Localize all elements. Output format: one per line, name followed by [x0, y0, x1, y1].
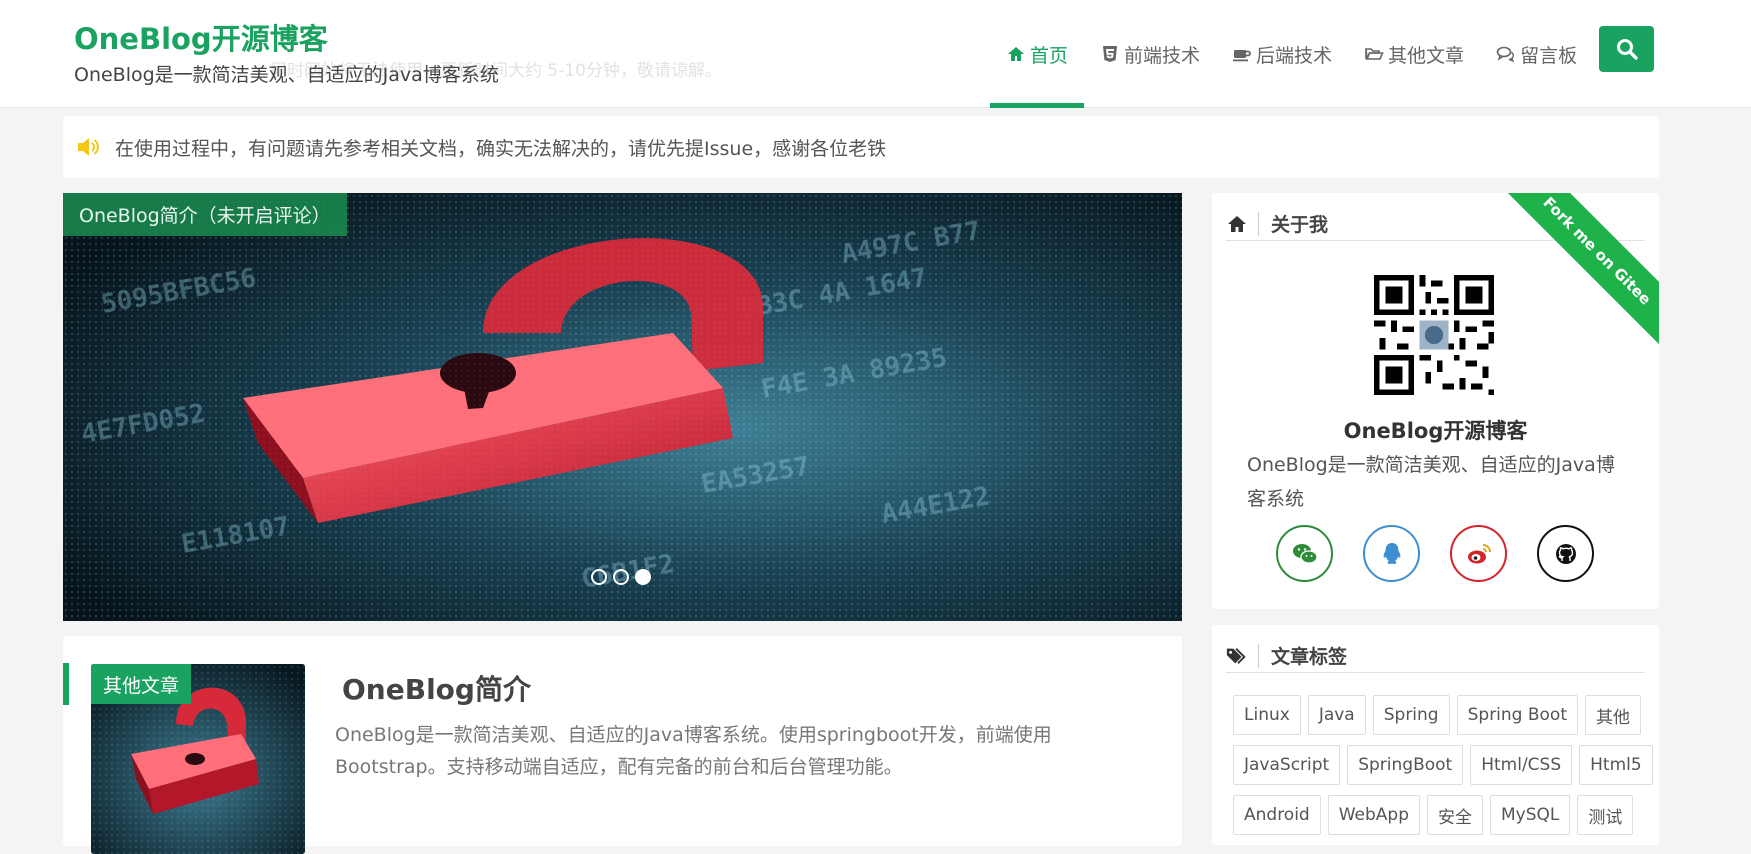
- carousel-dot-3[interactable]: [635, 569, 651, 585]
- nav-label: 留言板: [1520, 44, 1578, 67]
- search-button[interactable]: [1599, 26, 1654, 72]
- tag-item[interactable]: 安全: [1427, 795, 1484, 835]
- article-summary: OneBlog是一款简洁美观、自适应的Java博客系统。使用springboot…: [335, 724, 1052, 778]
- social-links: [1276, 525, 1594, 582]
- tag-item[interactable]: Android: [1233, 795, 1321, 835]
- nav-label: 其他文章: [1388, 44, 1465, 67]
- article-card: 其他文章 OneBlog简介 OneBlog是一款简洁美观、自适应的Java博客…: [63, 636, 1182, 854]
- article-accent-bar: [63, 663, 69, 705]
- about-me-panel: 关于我 Fork me on Gitee OneBlog开源博客 OneBlog…: [1212, 193, 1659, 609]
- tag-item[interactable]: Html5: [1579, 745, 1653, 785]
- header-divider: [1258, 211, 1259, 236]
- tags-panel-header: 文章标签: [1226, 639, 1645, 673]
- tags-icon: [1226, 647, 1246, 664]
- tag-item[interactable]: Spring Boot: [1456, 695, 1579, 735]
- about-panel-title: 关于我: [1271, 214, 1329, 236]
- qq-icon: [1383, 542, 1400, 564]
- nav-label: 后端技术: [1256, 44, 1333, 67]
- tags-panel-title: 文章标签: [1271, 646, 1348, 668]
- html5-icon: [1100, 44, 1120, 64]
- weibo-link[interactable]: [1450, 525, 1507, 582]
- tags-panel: 文章标签 Linux Java Spring Spring Boot 其他 Ja…: [1212, 625, 1659, 845]
- announcement-bar: 在使用过程中，有问题请先参考相关文档，确实无法解决的，请优先提Issue，感谢各…: [63, 116, 1659, 178]
- tag-item[interactable]: WebApp: [1327, 795, 1421, 835]
- article-title[interactable]: OneBlog简介: [342, 668, 531, 708]
- tag-item[interactable]: 其他: [1585, 695, 1642, 735]
- article-category-badge[interactable]: 其他文章: [91, 664, 192, 704]
- home-icon: [1006, 44, 1026, 64]
- nav-label: 前端技术: [1124, 44, 1201, 67]
- home-icon: [1228, 215, 1246, 232]
- speaker-icon: [78, 138, 99, 156]
- carousel-caption[interactable]: OneBlog简介（未开启评论）: [63, 193, 347, 236]
- article-thumbnail[interactable]: 其他文章: [91, 664, 305, 854]
- nav-item-guestbook[interactable]: 留言板: [1480, 0, 1593, 108]
- site-header: 届时网站将无法使用，更新时间大约 5-10分钟，敬请谅解。 OneBlog开源博…: [0, 0, 1751, 108]
- coffee-icon: [1232, 44, 1252, 64]
- tag-item[interactable]: Spring: [1372, 695, 1450, 735]
- github-link[interactable]: [1537, 525, 1594, 582]
- qr-code-image: [1374, 275, 1494, 395]
- nav-label: 首页: [1030, 44, 1069, 67]
- about-name: OneBlog开源博客: [1343, 419, 1528, 443]
- featured-carousel[interactable]: A497C B77 9B3C 4A 1647 F4E 3A 89235 EA53…: [63, 193, 1182, 621]
- wechat-link[interactable]: [1276, 525, 1333, 582]
- tag-item[interactable]: SpringBoot: [1347, 745, 1464, 785]
- tag-item[interactable]: Html/CSS: [1470, 745, 1573, 785]
- qq-link[interactable]: [1363, 525, 1420, 582]
- main-nav: 首页 前端技术 后端技术 其他文章 留言板: [990, 0, 1593, 108]
- wechat-icon: [1292, 543, 1318, 564]
- nav-item-home[interactable]: 首页: [990, 0, 1085, 108]
- tag-item[interactable]: Linux: [1233, 695, 1301, 735]
- tag-item[interactable]: 测试: [1577, 795, 1634, 835]
- search-icon: [1616, 39, 1638, 60]
- carousel-slide-image: A497C B77 9B3C 4A 1647 F4E 3A 89235 EA53…: [63, 193, 1182, 621]
- folder-open-icon: [1364, 44, 1384, 64]
- announcement-text: 在使用过程中，有问题请先参考相关文档，确实无法解决的，请优先提Issue，感谢各…: [115, 137, 887, 160]
- carousel-dot-1[interactable]: [591, 569, 607, 585]
- github-icon: [1555, 543, 1576, 564]
- carousel-indicators: [591, 569, 651, 585]
- nav-item-frontend[interactable]: 前端技术: [1084, 0, 1216, 108]
- tag-item[interactable]: JavaScript: [1233, 745, 1341, 785]
- tag-list: Linux Java Spring Spring Boot 其他 JavaScr…: [1233, 695, 1653, 835]
- weibo-icon: [1467, 543, 1491, 563]
- about-description: OneBlog是一款简洁美观、自适应的Java博客系统: [1247, 454, 1615, 510]
- tag-item[interactable]: Java: [1307, 695, 1366, 735]
- site-title[interactable]: OneBlog开源博客: [74, 16, 328, 58]
- tag-item[interactable]: MySQL: [1490, 795, 1571, 835]
- carousel-dot-2[interactable]: [613, 569, 629, 585]
- nav-item-others[interactable]: 其他文章: [1348, 0, 1480, 108]
- comments-icon: [1496, 44, 1516, 64]
- header-divider: [1258, 643, 1259, 668]
- nav-item-backend[interactable]: 后端技术: [1216, 0, 1348, 108]
- site-subtitle: OneBlog是一款简洁美观、自适应的Java博客系统: [74, 64, 499, 86]
